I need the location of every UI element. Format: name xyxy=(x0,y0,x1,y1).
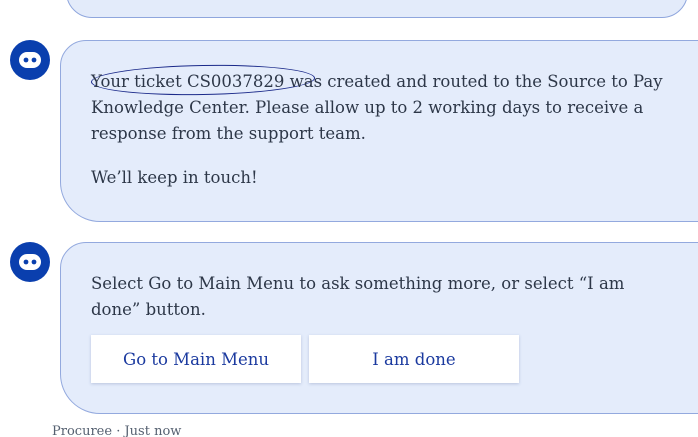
message-paragraph: Select Go to Main Menu to ask something … xyxy=(91,274,625,319)
message-paragraph: Your ticket CS0037829 was created and ro… xyxy=(91,69,669,147)
bot-message-next-steps: Select Go to Main Menu to ask something … xyxy=(60,242,698,414)
go-to-main-menu-button[interactable]: Go to Main Menu xyxy=(91,335,301,383)
chatbot-avatar xyxy=(10,242,50,282)
previous-message-bubble xyxy=(66,0,688,18)
footer-separator: · xyxy=(116,424,121,437)
chatbot-avatar xyxy=(10,40,50,80)
message-text-before: Your ticket xyxy=(91,72,187,91)
bot-message-ticket-created: Your ticket CS0037829 was created and ro… xyxy=(60,40,698,222)
ticket-number: CS0037829 xyxy=(186,72,285,91)
chatbot-icon xyxy=(17,252,43,272)
sender-name: Procuree xyxy=(52,424,113,437)
chat-transcript: Your ticket CS0037829 was created and ro… xyxy=(0,0,698,437)
message-timestamp: Just now xyxy=(124,424,182,437)
message-footer: Procuree · Just now xyxy=(52,424,181,437)
message-closing: We’ll keep in touch! xyxy=(91,168,258,187)
chatbot-icon xyxy=(17,50,43,70)
i-am-done-button[interactable]: I am done xyxy=(309,335,519,383)
